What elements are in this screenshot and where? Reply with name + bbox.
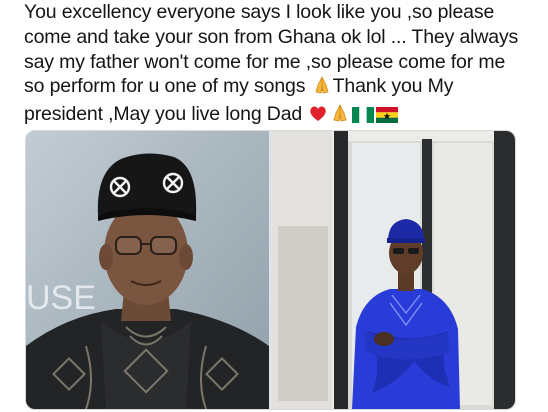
folded-hands-icon (312, 75, 332, 102)
tweet-line-4-tail: Thank you My (332, 75, 454, 98)
tweet-line-2: come and take your son from Ghana ok lol… (24, 25, 519, 48)
ghana-flag-icon (376, 105, 399, 130)
photo-elder-in-traditional-attire[interactable]: USE (26, 131, 269, 409)
tweet-line-3: say my father won't come for me ,so plea… (24, 50, 506, 73)
tweet-line-4: so perform for u one of my songs Thank y… (24, 74, 534, 102)
tweet-text: You excellency everyone says I look like… (24, 0, 534, 130)
folded-hands-icon (330, 103, 350, 130)
tweet-line-5: president ,May you live long Dad (24, 102, 534, 130)
nigeria-flag-icon (352, 105, 375, 130)
tweet-media-grid[interactable]: USE (25, 130, 516, 410)
background-sign-text: USE (26, 279, 96, 317)
tweet-line-4-text: so perform for u one of my songs (24, 75, 306, 98)
red-heart-icon (308, 103, 328, 130)
photo-man-in-blue-agbada[interactable] (272, 131, 515, 409)
tweet-line-1: You excellency everyone says I look like… (24, 1, 495, 23)
tweet-line-5-text: president ,May you live long Dad (24, 103, 303, 126)
